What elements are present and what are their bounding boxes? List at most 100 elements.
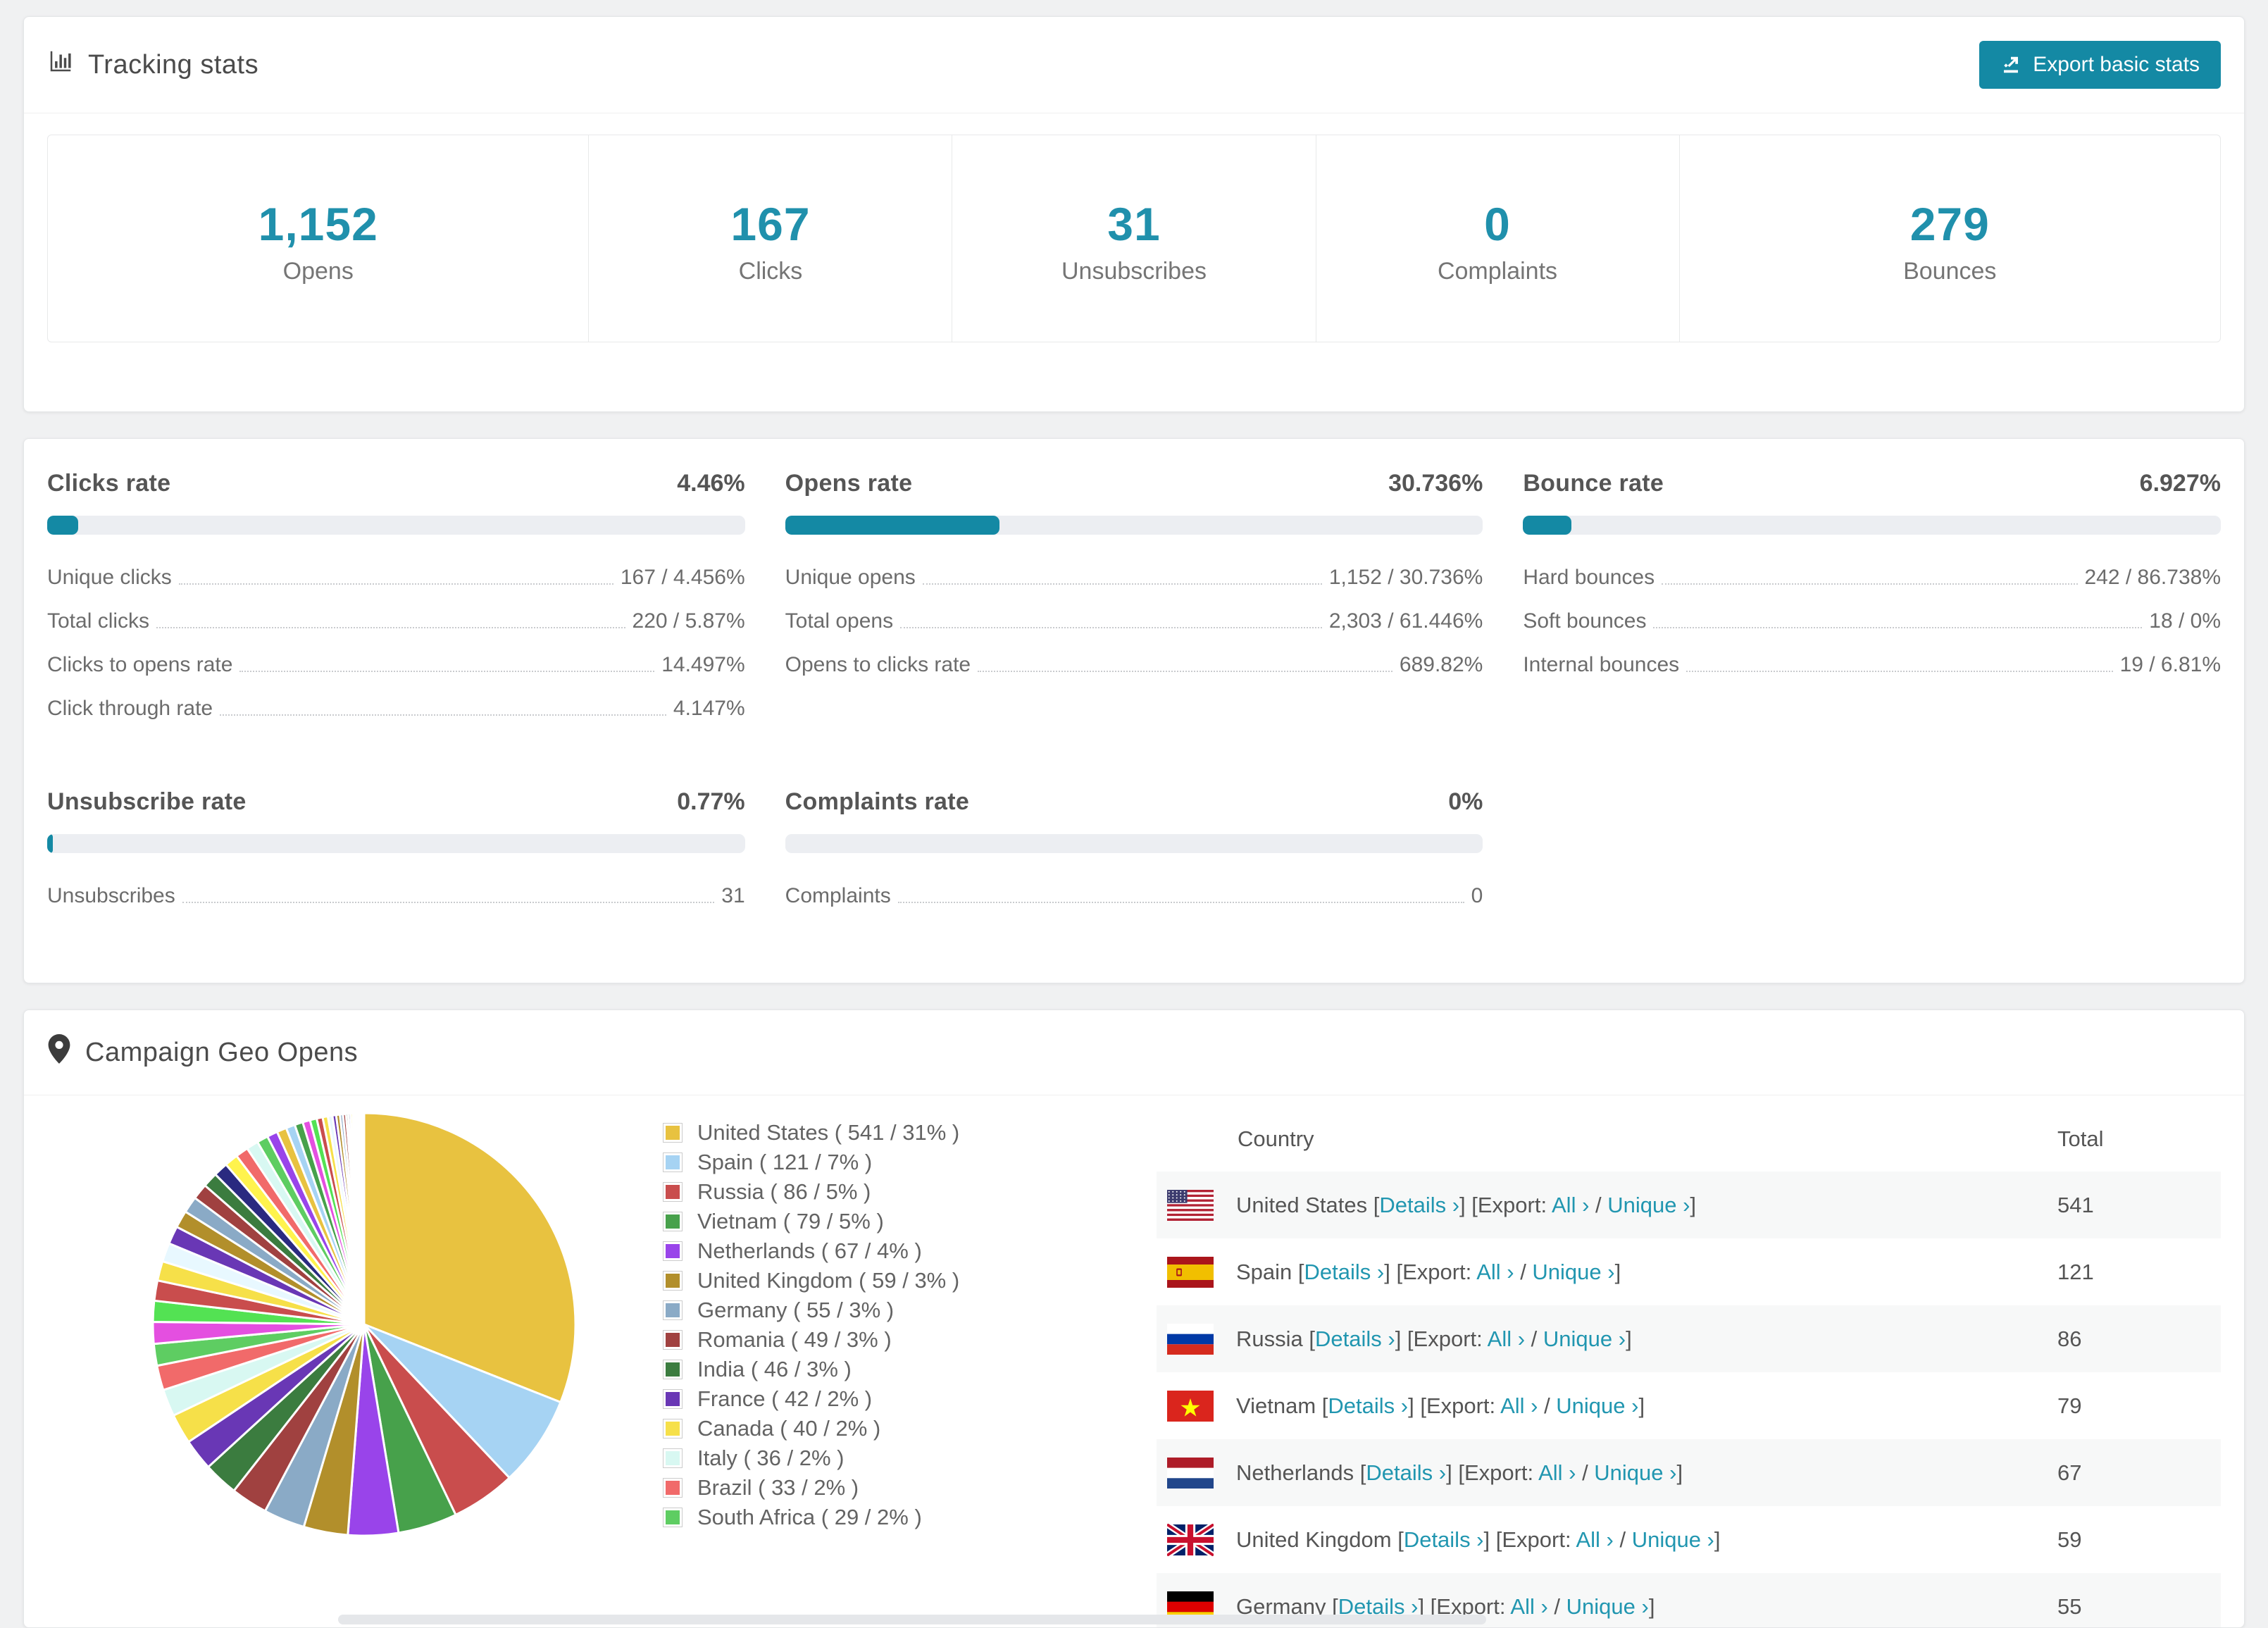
dotted-leader [922,583,1322,585]
slash: / [1589,1192,1608,1217]
bracket: ] [1638,1393,1645,1418]
bracket: ] [Export: [1408,1393,1501,1418]
country-column-header: Country [1238,1126,1314,1151]
bracket: [ [1397,1527,1404,1552]
detail-row: Hard bounces 242 / 86.738% [1523,556,2221,599]
export-unique-link[interactable]: Unique › [1566,1594,1649,1619]
geo-opens-card: Campaign Geo Opens United States ( 541 /… [23,1009,2245,1628]
rate-value: 4.46% [677,470,745,497]
rate-progress-track [785,834,1483,853]
slash: / [1613,1527,1632,1552]
legend-item-india: India ( 46 / 3% ) [663,1355,1157,1384]
details-link[interactable]: Details › [1366,1460,1446,1485]
rate-progress-fill [47,834,53,853]
export-unique-link[interactable]: Unique › [1543,1326,1626,1351]
flag-vn-icon [1167,1390,1214,1422]
dotted-leader [239,671,655,672]
country-cell: Vietnam [Details ›] [Export: All › / Uni… [1236,1393,2057,1419]
legend-item-netherlands: Netherlands ( 67 / 4% ) [663,1236,1157,1266]
horizontal-scrollbar[interactable] [338,1615,1486,1624]
bracket: ] [1626,1326,1632,1351]
bracket: ] [Export: [1384,1259,1477,1284]
stat-value: 167 [730,198,811,250]
legend-swatch [663,1241,683,1261]
slash: / [1525,1326,1543,1351]
bar-chart-icon [47,48,74,82]
rate-value: 0% [1448,788,1483,815]
rates-grid: Clicks rate 4.46% Unique clicks 167 / 4.456… [47,470,2221,918]
legend-swatch [663,1212,683,1231]
detail-row: Total clicks 220 / 5.87% [47,599,745,643]
rate-detail-rows: Complaints 0 [785,874,1483,918]
bracket: ] [Export: [1395,1326,1488,1351]
rate-header: Complaints rate 0% [785,788,1483,816]
legend-item-italy: Italy ( 36 / 2% ) [663,1443,1157,1473]
export-all-link[interactable]: All › [1576,1527,1613,1552]
rate-title: Unsubscribe rate [47,788,247,815]
export-all-link[interactable]: All › [1552,1193,1589,1217]
rate-panel-bounce: Bounce rate 6.927% Hard bounces 242 / 86.73… [1523,470,2221,731]
detail-row: Click through rate 4.147% [47,687,745,731]
bracket: ] [1614,1259,1621,1284]
dotted-leader [900,627,1322,628]
bracket: [ [1309,1326,1315,1351]
geo-table: Country Total United States [Details ›] … [1157,1107,2221,1627]
legend-label: United Kingdom ( 59 / 3% ) [697,1268,960,1293]
pie-slice-other[interactable] [362,1112,366,1325]
export-all-link[interactable]: All › [1510,1594,1547,1619]
export-unique-link[interactable]: Unique › [1607,1193,1690,1217]
rate-detail-rows: Hard bounces 242 / 86.738% Soft bounces 18 … [1523,556,2221,687]
slash: / [1538,1393,1557,1418]
stat-value: 31 [1107,198,1161,250]
detail-row: Internal bounces 19 / 6.81% [1523,643,2221,687]
country-cell: Russia [Details ›] [Export: All › / Uniq… [1236,1326,2057,1352]
details-link[interactable]: Details › [1304,1260,1385,1284]
geo-table-header: Country Total [1157,1107,2221,1172]
export-all-link[interactable]: All › [1500,1393,1538,1418]
dotted-leader [220,714,666,716]
legend-item-romania: Romania ( 49 / 3% ) [663,1325,1157,1355]
legend-label: Germany ( 55 / 3% ) [697,1298,895,1322]
export-unique-link[interactable]: Unique › [1632,1527,1714,1552]
flag-gb-icon [1167,1523,1214,1556]
geo-table-row: Vietnam [Details ›] [Export: All › / Uni… [1157,1372,2221,1439]
detail-label: Total clicks [47,609,150,633]
details-link[interactable]: Details › [1328,1393,1408,1418]
detail-row: Clicks to opens rate 14.497% [47,643,745,687]
rate-progress-track [1523,516,2221,535]
export-all-link[interactable]: All › [1538,1460,1576,1485]
legend-item-france: France ( 42 / 2% ) [663,1384,1157,1414]
export-all-link[interactable]: All › [1476,1260,1514,1284]
bracket: ] [Export: [1446,1460,1539,1485]
stat-label: Clicks [738,258,803,285]
legend-label: Italy ( 36 / 2% ) [697,1446,845,1470]
detail-value: 31 [721,884,745,907]
rate-progress-fill [47,516,79,535]
tracking-stats-title: Tracking stats [47,48,258,82]
detail-value: 242 / 86.738% [2084,566,2222,589]
country-name: Netherlands [1236,1460,1360,1485]
legend-swatch [663,1300,683,1320]
legend-swatch [663,1419,683,1439]
geo-pie-chart [142,1102,586,1627]
bracket: ] [1714,1527,1721,1552]
dashboard-page: Tracking stats Export basic stats 1,152 O… [0,0,2268,1628]
export-unique-link[interactable]: Unique › [1556,1393,1638,1418]
legend-item-vietnam: Vietnam ( 79 / 5% ) [663,1207,1157,1236]
country-cell: Spain [Details ›] [Export: All › / Uniqu… [1236,1260,2057,1285]
detail-value: 18 / 0% [2149,609,2221,633]
export-icon [2000,54,2021,75]
legend-swatch [663,1508,683,1527]
country-name: Vietnam [1236,1393,1322,1418]
bracket: [ [1297,1259,1304,1284]
export-unique-link[interactable]: Unique › [1594,1460,1676,1485]
rates-card: Clicks rate 4.46% Unique clicks 167 / 4.456… [23,438,2245,983]
legend-item-spain: Spain ( 121 / 7% ) [663,1148,1157,1177]
export-basic-stats-button[interactable]: Export basic stats [1979,41,2221,89]
details-link[interactable]: Details › [1404,1527,1484,1552]
export-unique-link[interactable]: Unique › [1532,1260,1614,1284]
details-link[interactable]: Details › [1315,1326,1395,1351]
legend-item-south-africa: South Africa ( 29 / 2% ) [663,1503,1157,1532]
details-link[interactable]: Details › [1379,1193,1459,1217]
export-all-link[interactable]: All › [1488,1326,1525,1351]
